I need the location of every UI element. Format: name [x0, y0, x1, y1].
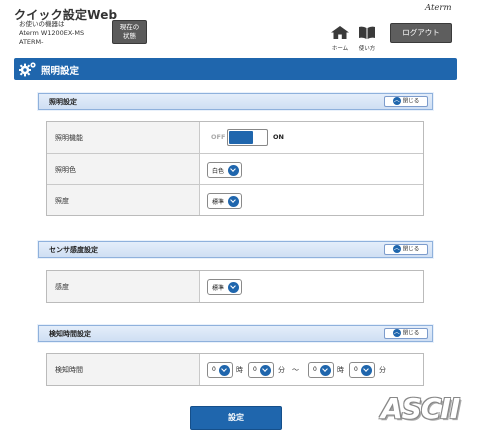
- select-value: 0: [354, 366, 358, 373]
- sensitivity-select[interactable]: 標準: [207, 279, 242, 295]
- select-value: 標準: [212, 285, 225, 292]
- chevron-down-icon: [228, 165, 239, 176]
- submit-button[interactable]: 設定: [190, 406, 282, 430]
- gear-icon: [19, 61, 37, 81]
- end-minute-select[interactable]: 0: [349, 362, 375, 378]
- collapse-button[interactable]: ︿ 閉じる: [384, 96, 428, 107]
- toggle-on-label: ON: [273, 133, 284, 141]
- minute-unit: 分: [278, 366, 285, 374]
- manual-label: 使い方: [358, 46, 376, 52]
- lighting-toggle[interactable]: [227, 129, 268, 146]
- chevron-down-icon: [320, 365, 331, 376]
- start-minute-select[interactable]: 0: [248, 362, 274, 378]
- status-button-label-1: 現在の: [119, 23, 140, 31]
- chevron-down-icon: [361, 365, 372, 376]
- chevron-down-icon: [219, 365, 230, 376]
- chevron-down-icon: [260, 365, 271, 376]
- chevron-down-icon: [228, 282, 239, 293]
- device-info-line: お使いの機器は: [19, 20, 65, 28]
- current-status-button[interactable]: 現在の 状態: [112, 20, 147, 44]
- minute-unit: 分: [379, 366, 386, 374]
- select-value: 0: [212, 366, 216, 373]
- range-tilde: ～: [292, 366, 299, 374]
- brightness-select[interactable]: 標準: [207, 193, 242, 209]
- collapse-button[interactable]: ︿ 閉じる: [384, 328, 428, 339]
- select-value: 白色: [212, 168, 225, 175]
- section-header-lighting: 照明設定 ︿ 閉じる: [38, 93, 433, 110]
- table-row: 照明色 白色: [47, 153, 423, 184]
- table-row: 検知時間 0 時 0 分 ～ 0 時 0 分: [47, 354, 423, 385]
- row-label: 感度: [47, 271, 200, 302]
- row-label: 照度: [47, 185, 200, 215]
- light-color-select[interactable]: 白色: [207, 162, 242, 178]
- lighting-table: 照明機能 OFF ON 照明色 白色 照度 標準: [46, 121, 424, 216]
- hour-unit: 時: [236, 366, 243, 374]
- collapse-label: 閉じる: [402, 98, 420, 105]
- hour-unit: 時: [337, 366, 344, 374]
- collapse-button[interactable]: ︿ 閉じる: [384, 244, 428, 255]
- row-label: 検知時間: [47, 354, 200, 385]
- sensor-table: 感度 標準: [46, 270, 424, 303]
- home-link[interactable]: ホーム: [328, 24, 352, 52]
- device-info: お使いの機器は Aterm W1200EX-MS ATERM-: [19, 20, 84, 47]
- chevron-up-icon: ︿: [392, 329, 401, 337]
- collapse-label: 閉じる: [402, 246, 420, 253]
- select-value: 0: [313, 366, 317, 373]
- start-hour-select[interactable]: 0: [207, 362, 233, 378]
- row-label: 照明機能: [47, 122, 200, 153]
- section-title: センサ感度設定: [49, 246, 98, 254]
- watermark-logo: ASCII: [381, 392, 460, 425]
- chevron-up-icon: ︿: [392, 245, 401, 253]
- row-value: OFF ON: [207, 122, 423, 153]
- select-value: 0: [253, 366, 257, 373]
- logout-button[interactable]: ログアウト: [390, 23, 452, 43]
- brand-logo: Aterm: [425, 3, 452, 13]
- end-hour-select[interactable]: 0: [308, 362, 334, 378]
- section-header-sensor: センサ感度設定 ︿ 閉じる: [38, 241, 433, 258]
- row-value: 標準: [207, 271, 423, 302]
- chevron-up-icon: ︿: [392, 97, 401, 105]
- home-icon: [331, 26, 349, 39]
- manual-link[interactable]: 使い方: [355, 24, 379, 52]
- page-title-bar: 照明設定: [14, 58, 457, 80]
- section-title: 検知時間設定: [49, 330, 91, 338]
- section-header-detection: 検知時間設定 ︿ 閉じる: [38, 325, 433, 342]
- table-row: 照明機能 OFF ON: [47, 122, 423, 153]
- toggle-fill: [229, 131, 253, 144]
- toggle-off-label: OFF: [211, 133, 226, 141]
- toggle-knob: [254, 131, 266, 144]
- select-value: 標準: [212, 199, 225, 206]
- section-title: 照明設定: [49, 98, 77, 106]
- chevron-down-icon: [228, 196, 239, 207]
- book-icon: [359, 26, 375, 39]
- home-label: ホーム: [331, 46, 349, 52]
- device-ssid: ATERM-: [19, 38, 44, 46]
- row-value: 0 時 0 分 ～ 0 時 0 分: [207, 354, 423, 385]
- row-value: 標準: [207, 185, 423, 215]
- page-title: 照明設定: [41, 66, 80, 77]
- row-label: 照明色: [47, 154, 200, 184]
- status-button-label-2: 状態: [123, 32, 136, 40]
- row-value: 白色: [207, 154, 423, 184]
- collapse-label: 閉じる: [402, 330, 420, 337]
- table-row: 感度 標準: [47, 271, 423, 302]
- header: クイック設定Web お使いの機器は Aterm W1200EX-MS ATERM…: [0, 0, 480, 52]
- device-model: Aterm W1200EX-MS: [19, 29, 85, 37]
- table-row: 照度 標準: [47, 184, 423, 215]
- detection-table: 検知時間 0 時 0 分 ～ 0 時 0 分: [46, 353, 424, 386]
